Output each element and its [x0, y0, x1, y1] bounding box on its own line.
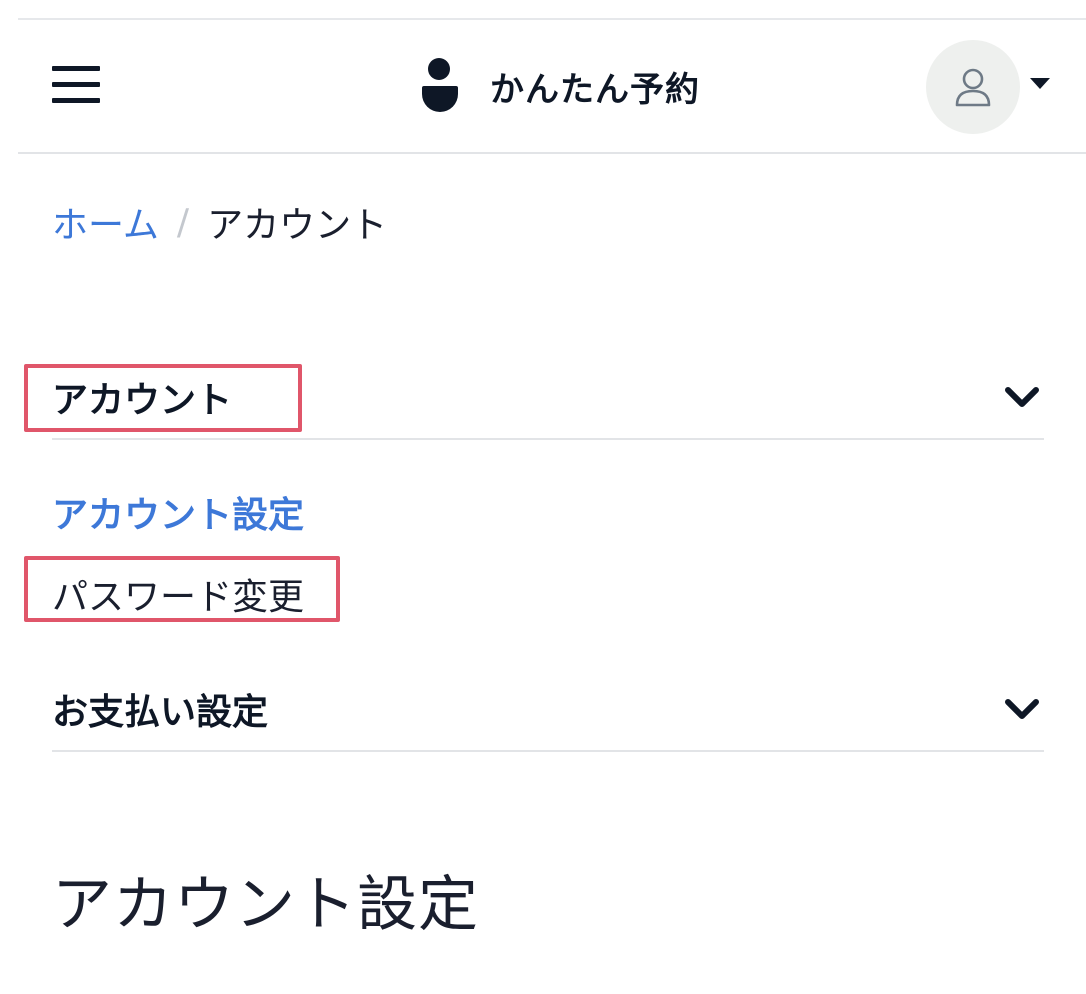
breadcrumb-separator: / — [176, 201, 190, 243]
section-header-payment[interactable]: お支払い設定 — [52, 668, 1044, 752]
breadcrumb-home-link[interactable]: ホーム — [52, 196, 159, 248]
page-title: アカウント設定 — [52, 870, 479, 940]
app-header: かんたん予約 — [18, 20, 1086, 154]
menu-section-account: アカウント — [52, 356, 1044, 440]
breadcrumb-current: アカウント — [207, 205, 388, 246]
user-icon — [955, 68, 991, 107]
account-menu-button[interactable] — [926, 40, 1020, 134]
chevron-down-icon[interactable] — [1004, 385, 1040, 409]
breadcrumb: ホーム / アカウント — [52, 196, 387, 248]
hamburger-menu-icon[interactable] — [52, 66, 100, 106]
menu-section-payment: お支払い設定 — [52, 668, 1044, 752]
section-header-account[interactable]: アカウント — [52, 356, 1044, 440]
brand[interactable]: かんたん予約 — [420, 56, 700, 116]
menu-item-account-settings[interactable]: アカウント設定 — [52, 486, 304, 538]
person-logo-icon — [420, 56, 460, 116]
menu-item-password-change[interactable]: パスワード変更 — [52, 568, 304, 620]
chevron-down-icon[interactable] — [1004, 697, 1040, 721]
section-title-payment: お支払い設定 — [52, 692, 269, 733]
caret-down-icon[interactable] — [1030, 78, 1050, 89]
brand-name: かんたん予約 — [490, 69, 700, 110]
section-title-account: アカウント — [52, 380, 233, 421]
